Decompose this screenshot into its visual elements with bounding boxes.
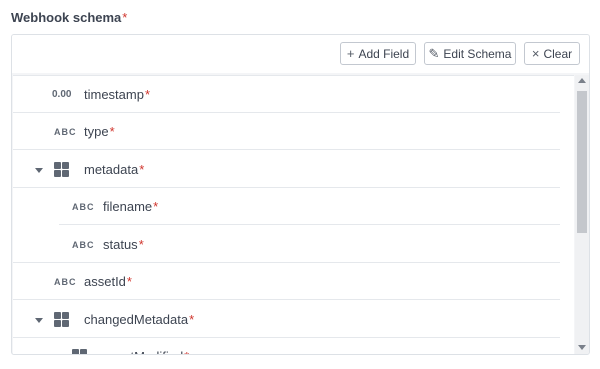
text-type-icon: ABC <box>72 201 95 212</box>
number-type-icon: 0.00 <box>52 89 72 100</box>
field-row-metadata[interactable]: metadata* <box>13 151 574 188</box>
field-name-text: assetModified <box>103 349 183 354</box>
field-row-filename[interactable]: ABC filename* <box>13 188 574 225</box>
plus-icon: + <box>346 46 355 61</box>
scroll-down-arrow-icon[interactable] <box>578 345 586 350</box>
field-name: assetId* <box>84 274 132 289</box>
field-name-text: assetId <box>84 274 126 289</box>
required-mark: * <box>189 312 195 327</box>
field-name-text: timestamp <box>84 87 144 102</box>
object-grid-icon <box>72 349 87 354</box>
object-grid-icon <box>54 162 69 177</box>
clear-label: Clear <box>543 46 573 61</box>
clear-button[interactable]: × Clear <box>524 42 580 65</box>
chevron-down-icon[interactable] <box>35 318 43 323</box>
edit-schema-button[interactable]: ✎ Edit Schema <box>424 42 516 65</box>
required-mark: * <box>138 237 144 252</box>
chevron-down-icon[interactable] <box>35 168 43 173</box>
field-name: timestamp* <box>84 87 150 102</box>
text-type-icon: ABC <box>54 126 77 137</box>
field-name-text: metadata <box>84 162 139 177</box>
field-name: filename* <box>103 199 158 214</box>
text-type-icon: ABC <box>54 276 77 287</box>
scroll-up-arrow-icon[interactable] <box>578 78 586 83</box>
required-mark: * <box>144 87 151 102</box>
field-label-text: Webhook schema <box>11 10 122 25</box>
field-list: 0.00 timestamp* ABC type* metadata* ABC … <box>13 75 574 354</box>
required-mark: * <box>126 274 132 289</box>
required-mark: * <box>122 10 128 25</box>
vertical-scrollbar[interactable] <box>575 75 589 354</box>
text-type-icon: ABC <box>72 239 95 250</box>
field-name: status* <box>103 237 144 252</box>
field-row-assetmodified[interactable]: assetModified* <box>13 338 574 354</box>
x-icon: × <box>531 46 540 61</box>
pencil-icon: ✎ <box>428 46 440 61</box>
scrollbar-thumb[interactable] <box>577 91 587 233</box>
schema-editor: + Add Field ✎ Edit Schema × Clear 0.00 t… <box>11 34 590 355</box>
field-row-timestamp[interactable]: 0.00 timestamp* <box>13 76 574 113</box>
field-name: type* <box>84 124 115 139</box>
add-field-label: Add Field <box>358 46 410 61</box>
field-label: Webhook schema* <box>11 10 127 25</box>
schema-toolbar: + Add Field ✎ Edit Schema × Clear <box>12 35 589 73</box>
edit-schema-label: Edit Schema <box>443 46 512 61</box>
field-name: metadata* <box>84 162 144 177</box>
field-row-status[interactable]: ABC status* <box>13 226 574 263</box>
field-name-text: type <box>84 124 109 139</box>
required-mark: * <box>139 162 145 177</box>
field-row-changedmetadata[interactable]: changedMetadata* <box>13 301 574 338</box>
field-name: changedMetadata* <box>84 312 194 327</box>
add-field-button[interactable]: + Add Field <box>340 42 416 65</box>
field-name-text: filename <box>103 199 153 214</box>
field-row-assetid[interactable]: ABC assetId* <box>13 263 574 300</box>
required-mark: * <box>184 349 189 354</box>
object-grid-icon <box>54 312 69 327</box>
field-name-text: status <box>103 237 138 252</box>
required-mark: * <box>153 199 159 214</box>
field-row-type[interactable]: ABC type* <box>13 113 574 150</box>
field-name: assetModified* <box>103 349 189 354</box>
required-mark: * <box>109 124 115 139</box>
field-name-text: changedMetadata <box>84 312 189 327</box>
